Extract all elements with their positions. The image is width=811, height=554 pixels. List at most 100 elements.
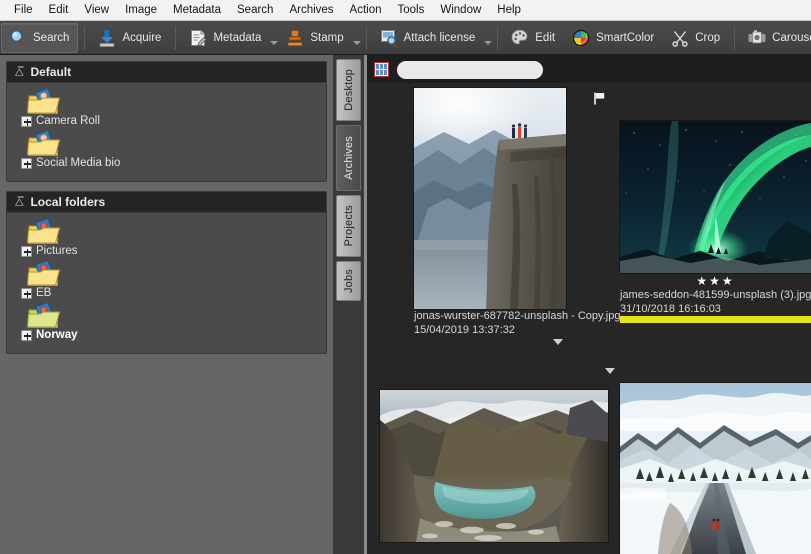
expander-social-media-bio[interactable] [21, 157, 32, 169]
menu-item-action[interactable]: Action [342, 1, 390, 20]
panel-body-default: Camera Roll Social Media bio [7, 83, 326, 181]
flag-icon[interactable] [592, 91, 607, 106]
toolbar-button-carousel[interactable]: Carousel [741, 23, 811, 53]
toolbar-label-search: Search [33, 31, 70, 44]
folder-item-pictures[interactable]: Pictures [7, 217, 326, 261]
menu-item-tools[interactable]: Tools [390, 1, 433, 20]
scissors-icon [670, 28, 690, 48]
color-wheel-icon [571, 28, 591, 48]
download-icon [97, 28, 117, 48]
magnifier-icon [8, 28, 28, 48]
toolbar-button-stamp[interactable]: Stamp [279, 23, 351, 53]
browser-search-bar [367, 55, 811, 83]
tab-label-desktop: Desktop [342, 69, 355, 111]
palette-icon [510, 28, 530, 48]
folder-image-green-icon [26, 301, 61, 331]
thumbnail-browser: jonas-wurster-687782-unsplash - Copy.jpg… [367, 55, 811, 554]
thumbnail-rating[interactable]: ★★★ [620, 275, 811, 288]
menu-item-help[interactable]: Help [489, 1, 529, 20]
search-input[interactable] [397, 60, 543, 79]
thumbnail-timestamp: 31/10/2018 16:16:03 [620, 303, 721, 315]
toolbar-label-stamp: Stamp [310, 31, 344, 44]
thumbnail-image-cliff[interactable] [414, 88, 566, 309]
toolbar-caret-metadata[interactable] [270, 23, 279, 53]
tab-jobs[interactable]: Jobs [336, 261, 361, 301]
thumbnail-color-label[interactable] [620, 316, 811, 323]
toolbar-label-crop: Crop [695, 31, 721, 44]
tab-label-jobs: Jobs [342, 268, 355, 294]
folder-item-norway[interactable]: Norway [7, 301, 326, 345]
chevron-up-icon[interactable]: △̅ [15, 197, 23, 206]
thumbnail-cell[interactable] [380, 390, 608, 542]
panel-default: △̅ Default Camera Roll Social Media bio [6, 61, 327, 182]
toolbar-label-acquire: Acquire [122, 31, 162, 44]
panel-header-default[interactable]: △̅ Default [7, 62, 326, 83]
thumbnail-cell[interactable]: ★★★ james-seddon-481599-unsplash (3).jpg… [620, 121, 811, 323]
folder-item-social-media-bio[interactable]: Social Media bio [7, 129, 326, 173]
search-field-wrapper [397, 60, 543, 79]
folder-label-camera-roll: Camera Roll [36, 115, 100, 127]
menu-item-archives[interactable]: Archives [281, 1, 341, 20]
thumbnail-grid: jonas-wurster-687782-unsplash - Copy.jpg… [367, 83, 811, 554]
panel-header-local-folders[interactable]: △̅ Local folders [7, 192, 326, 213]
tab-projects[interactable]: Projects [336, 195, 361, 257]
tab-archives[interactable]: Archives [336, 125, 361, 191]
toolbar-label-edit: Edit [535, 31, 556, 44]
tab-desktop[interactable]: Desktop [336, 59, 361, 121]
carousel-icon [747, 28, 767, 48]
toolbar-separator [497, 25, 499, 50]
chevron-down-icon[interactable] [605, 368, 615, 374]
toolbar-caret-stamp[interactable] [352, 23, 361, 53]
menu-bar: File Edit View Image Metadata Search Arc… [0, 0, 811, 21]
thumbnail-cell[interactable] [620, 383, 811, 554]
toolbar-label-smartcolor: SmartColor [596, 31, 655, 44]
menu-item-image[interactable]: Image [117, 1, 165, 20]
left-sidebar: △̅ Default Camera Roll Social Media bio … [0, 55, 333, 554]
cell-expand-caret[interactable] [605, 368, 615, 374]
toolbar-button-metadata[interactable]: Metadata [182, 23, 269, 53]
expander-norway[interactable] [21, 329, 32, 341]
panel-title-default: Default [30, 65, 72, 79]
expander-camera-roll[interactable] [21, 115, 32, 127]
grid-view-icon[interactable] [374, 61, 389, 77]
toolbar-button-smartcolor[interactable]: SmartColor [565, 23, 662, 53]
menu-item-window[interactable]: Window [432, 1, 489, 20]
folder-image-icon [26, 217, 61, 247]
expander-pictures[interactable] [21, 245, 32, 257]
thumbnail-image-aurora[interactable] [620, 121, 811, 273]
folder-image-icon [26, 87, 61, 117]
thumbnail-image-valley[interactable] [380, 390, 608, 542]
main-toolbar: Search Acquire Metadata Stamp Attach lic… [0, 21, 811, 55]
stamp-icon [285, 28, 305, 48]
chevron-down-icon[interactable] [553, 339, 563, 345]
folder-image-icon [26, 259, 61, 289]
license-icon [379, 28, 399, 48]
folder-label-social-media-bio: Social Media bio [36, 157, 121, 169]
thumbnail-filename: jonas-wurster-687782-unsplash - Copy.jpg [414, 310, 621, 322]
thumbnail-cell[interactable]: jonas-wurster-687782-unsplash - Copy.jpg… [414, 88, 621, 345]
toolbar-separator [734, 25, 736, 50]
folder-image-icon [26, 129, 61, 159]
thumbnail-image-snow-road[interactable] [620, 383, 811, 554]
toolbar-button-acquire[interactable]: Acquire [91, 23, 169, 53]
expander-eb[interactable] [21, 287, 32, 299]
menu-item-edit[interactable]: Edit [41, 1, 77, 20]
menu-item-view[interactable]: View [76, 1, 117, 20]
document-edit-icon [188, 28, 208, 48]
toolbar-button-edit[interactable]: Edit [504, 23, 563, 53]
toolbar-button-crop[interactable]: Crop [664, 23, 728, 53]
menu-item-file[interactable]: File [6, 1, 41, 20]
toolbar-button-search[interactable]: Search [1, 22, 79, 53]
vertical-tab-strip: Desktop Archives Projects Jobs [333, 55, 364, 554]
panel-title-local-folders: Local folders [30, 195, 106, 209]
toolbar-caret-attach-license[interactable] [484, 23, 493, 53]
menu-item-search[interactable]: Search [229, 1, 281, 20]
panel-body-local-folders: Pictures EB Norway [7, 213, 326, 353]
menu-item-metadata[interactable]: Metadata [165, 1, 229, 20]
toolbar-separator [84, 25, 86, 50]
folder-item-camera-roll[interactable]: Camera Roll [7, 87, 326, 131]
folder-item-eb[interactable]: EB [7, 259, 326, 303]
toolbar-button-attach-license[interactable]: Attach license [373, 23, 484, 53]
chevron-up-icon[interactable]: △̅ [15, 67, 23, 76]
flag-badge[interactable] [592, 91, 607, 106]
